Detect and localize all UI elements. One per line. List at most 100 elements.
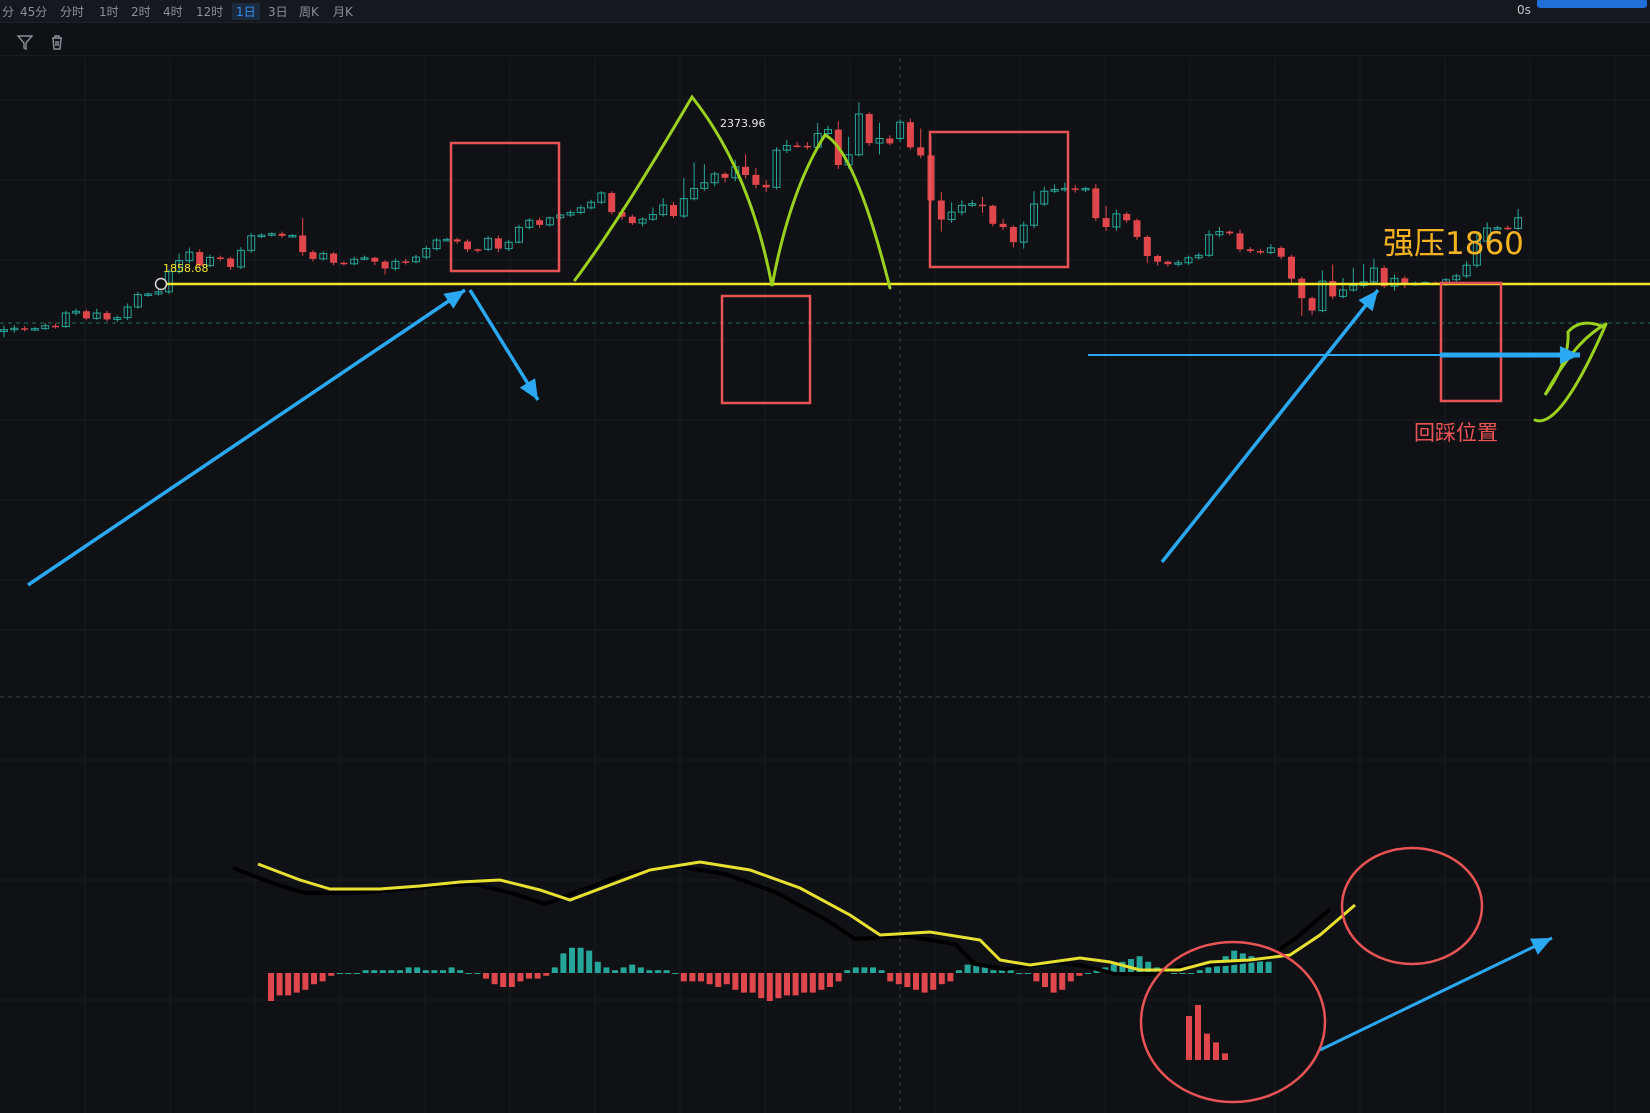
macd-bar-positive bbox=[551, 967, 558, 973]
macd-bar-negative bbox=[921, 973, 928, 993]
candle-body-down bbox=[299, 235, 307, 253]
macd-bar-positive bbox=[844, 970, 851, 973]
price-chart[interactable]: 1858.68 2373.96 强压1860 回踩位置 bbox=[0, 0, 1650, 1113]
macd-bar-positive bbox=[870, 967, 876, 973]
candle-body-down bbox=[82, 311, 90, 319]
macd-bar-negative bbox=[1033, 973, 1040, 982]
macd-bar-positive bbox=[422, 970, 429, 973]
candle-body-down bbox=[52, 325, 59, 328]
trend-arrow-head bbox=[443, 290, 465, 309]
macd-bar-positive bbox=[1196, 970, 1203, 973]
macd-bar-positive bbox=[1188, 973, 1195, 974]
candle-body-down bbox=[1236, 233, 1244, 250]
macd-bar-negative bbox=[534, 973, 541, 979]
macd-bar-positive bbox=[397, 970, 403, 973]
macd-bar-negative bbox=[715, 973, 722, 987]
candle-body-down bbox=[309, 252, 317, 259]
macd-bar-negative bbox=[483, 973, 489, 979]
macd-bar-positive bbox=[1265, 961, 1272, 973]
macd-bar-negative bbox=[268, 973, 274, 1001]
candle-body-down bbox=[1154, 256, 1162, 262]
candle-body-down bbox=[752, 174, 760, 185]
pullback-annotation: 回踩位置 bbox=[1414, 421, 1498, 445]
macd-bar-negative bbox=[302, 973, 309, 990]
macd-bar-negative bbox=[500, 973, 507, 987]
macd-bar-positive bbox=[620, 967, 627, 973]
macd-bar-negative bbox=[1067, 973, 1074, 982]
candle-body-down bbox=[1246, 249, 1254, 252]
chart-grid bbox=[0, 58, 1650, 1113]
macd-bar-positive bbox=[981, 967, 988, 973]
macd-bar-positive bbox=[1085, 973, 1091, 974]
macd-bar-negative bbox=[801, 973, 808, 993]
candle-body-down bbox=[906, 122, 914, 148]
candle-body-down bbox=[402, 261, 410, 263]
macd-bar-negative bbox=[741, 973, 747, 993]
macd-bar-positive bbox=[577, 947, 584, 973]
support-price-label: 1858.68 bbox=[163, 262, 209, 275]
macd-bar-negative bbox=[1059, 973, 1066, 990]
macd-bar-positive bbox=[629, 964, 636, 973]
macd-bar-positive bbox=[646, 970, 653, 973]
macd-bar-positive bbox=[861, 967, 868, 973]
macd-bar-positive bbox=[371, 970, 378, 973]
candle-body-down bbox=[1308, 298, 1316, 311]
macd-bar-positive bbox=[362, 970, 369, 973]
macd-bar-positive bbox=[388, 970, 395, 973]
highlight-box bbox=[720, 294, 812, 405]
macd-bar-positive bbox=[1016, 973, 1023, 974]
resistance-annotation: 强压1860 bbox=[1383, 226, 1524, 262]
macd-bar-negative bbox=[749, 973, 756, 993]
candle-body-down bbox=[381, 261, 389, 269]
candle-body-down bbox=[1009, 226, 1017, 243]
macd-bar-negative bbox=[792, 973, 799, 996]
macd-bar-negative bbox=[276, 973, 283, 996]
candle-body-down bbox=[793, 145, 801, 148]
macd-bar-negative bbox=[904, 973, 911, 987]
macd-bar-negative bbox=[818, 973, 825, 990]
candle-body-down bbox=[886, 138, 894, 144]
macd-bar-positive bbox=[990, 970, 997, 973]
candle-body-down bbox=[464, 241, 471, 250]
candle-body-down bbox=[937, 200, 945, 220]
macd-bar-positive bbox=[852, 967, 859, 973]
candle-body-down bbox=[536, 220, 544, 225]
trend-arrow bbox=[27, 288, 466, 587]
candle-body-down bbox=[278, 233, 286, 236]
macd-bar-negative bbox=[517, 973, 524, 982]
candle-body-down bbox=[227, 258, 235, 268]
macd-bar-positive bbox=[345, 973, 352, 974]
macd-bar-negative bbox=[1050, 973, 1057, 993]
macd-bar-negative bbox=[1213, 1042, 1219, 1060]
macd-bar-positive bbox=[354, 973, 360, 974]
highlight-circle bbox=[1340, 846, 1484, 966]
candle-body-down bbox=[340, 262, 348, 265]
macd-bar-positive bbox=[1024, 973, 1031, 974]
candle-body-down bbox=[330, 253, 338, 263]
macd-bar-positive bbox=[956, 970, 962, 973]
macd-bar-positive bbox=[1007, 970, 1014, 973]
candle-body-down bbox=[1071, 188, 1079, 190]
macd-bar-negative bbox=[508, 973, 515, 987]
candle-body-down bbox=[1133, 220, 1141, 237]
macd-bar-positive bbox=[603, 967, 610, 973]
candle-body-down bbox=[1226, 231, 1234, 234]
macd-bar-positive bbox=[1179, 973, 1186, 974]
candle-body-down bbox=[371, 257, 379, 262]
candle-body-down bbox=[670, 205, 677, 217]
macd-bar-negative bbox=[1222, 1053, 1228, 1060]
macd-bar-negative bbox=[293, 973, 300, 993]
macd-bar-negative bbox=[1186, 1016, 1192, 1060]
candle-body-down bbox=[1257, 251, 1265, 253]
macd-bar-negative bbox=[1195, 1005, 1201, 1060]
macd-bar-negative bbox=[706, 973, 713, 985]
macd-bar-positive bbox=[594, 961, 601, 973]
candle-body-down bbox=[999, 223, 1007, 227]
macd-bar-positive bbox=[448, 967, 455, 973]
candle-body-down bbox=[865, 114, 873, 144]
candle-body-down bbox=[453, 239, 461, 242]
candle-body-down bbox=[917, 147, 925, 156]
macd-bar-positive bbox=[336, 973, 343, 974]
macd-bar-negative bbox=[930, 973, 937, 990]
macd-bar-negative bbox=[938, 973, 945, 985]
